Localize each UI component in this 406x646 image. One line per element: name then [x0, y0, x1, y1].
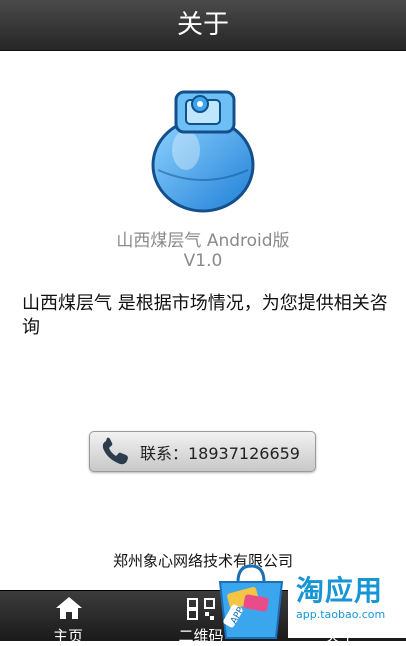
badge-url: app.taobao.com — [296, 608, 386, 621]
phone-icon — [102, 437, 128, 464]
contact-phone-button[interactable]: 联系：18937126659 — [89, 431, 316, 472]
page-title: 关于 — [176, 10, 229, 40]
title-bar: 关于 — [0, 0, 406, 51]
badge-brand: 淘应用 app.taobao.com — [288, 574, 406, 638]
tab-home[interactable]: 主页 — [20, 591, 116, 645]
app-description: 山西煤层气 是根据市场情况，为您提供相关咨询 — [22, 293, 388, 338]
tab-home-label: 主页 — [52, 627, 83, 645]
home-icon — [56, 597, 82, 619]
gas-canister-logo — [151, 90, 255, 213]
contact-label: 联系：18937126659 — [140, 443, 300, 463]
shopping-bag-icon: APP — [218, 564, 284, 639]
app-version: V1.0 — [183, 251, 223, 271]
app-name: 山西煤层气 Android版 — [116, 231, 290, 251]
badge-title: 淘应用 — [296, 574, 384, 607]
taobao-app-badge[interactable]: APP 淘应用 app.taobao.com — [210, 560, 406, 640]
